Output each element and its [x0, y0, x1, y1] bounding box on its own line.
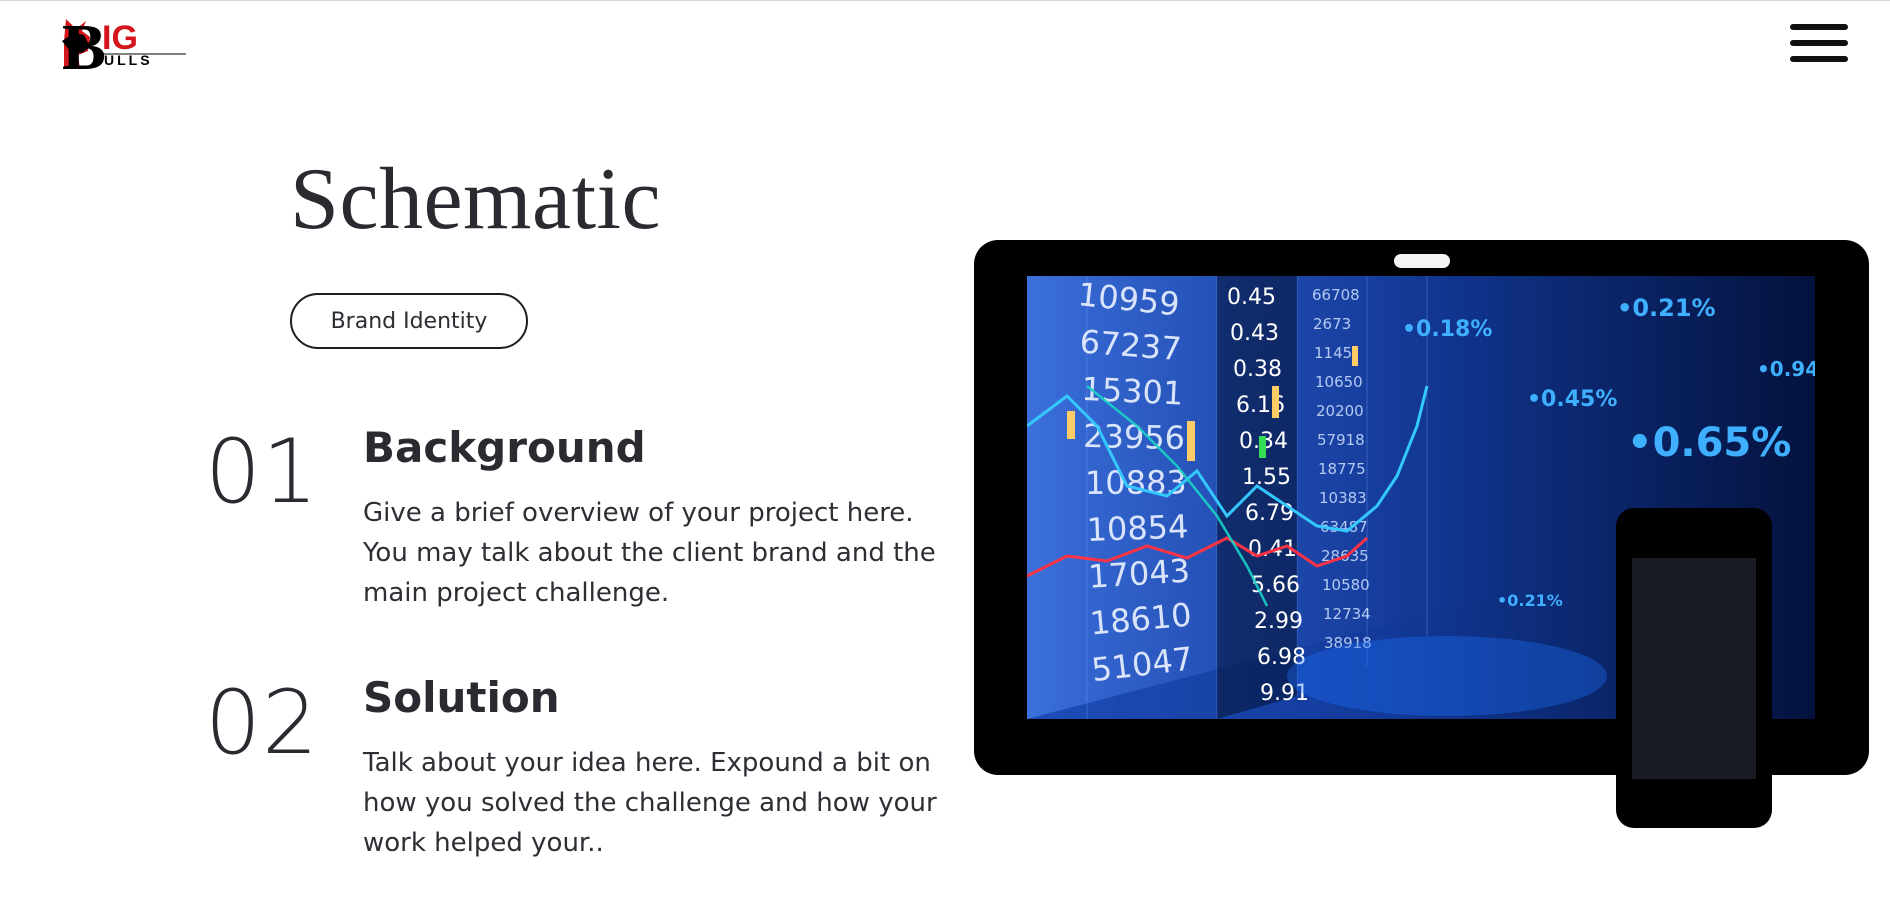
top-border	[0, 0, 1890, 1]
tablet-camera	[1394, 254, 1450, 268]
menu-line-bottom	[1790, 56, 1848, 62]
percentage-label: •0.65%	[1627, 420, 1791, 466]
ticker-column-value: 10383	[1319, 489, 1367, 507]
percentage-label: •0.94	[1757, 357, 1815, 381]
section-number-01: 01	[205, 420, 319, 523]
ticker-column-value: 66708	[1312, 286, 1360, 304]
svg-text:B: B	[62, 11, 106, 73]
percentage-label: •0.18%	[1402, 317, 1492, 342]
ticker-column-value: 12734	[1323, 605, 1371, 623]
ticker-column-value: 20200	[1316, 402, 1364, 420]
section-heading-background: Background	[363, 423, 646, 472]
ticker-column-value: 2673	[1313, 315, 1351, 333]
ticker-number: 15301	[1081, 370, 1185, 413]
page-title: Schematic	[290, 151, 662, 248]
ticker-small-value: 5.66	[1251, 573, 1300, 598]
ticker-number: 10883	[1085, 463, 1187, 502]
phone-mockup	[1616, 508, 1772, 828]
menu-line-top	[1790, 24, 1848, 30]
ticker-small-value: 0.38	[1233, 357, 1282, 382]
ticker-small-value: 2.99	[1254, 609, 1303, 634]
section-body-solution: Talk about your idea here. Expound a bit…	[363, 748, 937, 858]
ticker-small-value: 0.43	[1230, 321, 1279, 346]
ticker-small-value: 0.45	[1227, 285, 1276, 310]
ticker-column-value: 57918	[1317, 431, 1365, 449]
percentage-label: •0.45%	[1527, 387, 1617, 412]
ticker-small-value: 1.55	[1242, 465, 1291, 490]
section-heading-solution: Solution	[363, 673, 560, 722]
section-body-background: Give a brief overview of your project he…	[363, 498, 936, 608]
ticker-column-value: 10580	[1322, 576, 1370, 594]
menu-line-middle	[1790, 40, 1848, 46]
ticker-column-value: 1145	[1314, 344, 1352, 362]
ticker-column-value: 18775	[1318, 460, 1366, 478]
brand-identity-tag-button[interactable]: Brand Identity	[290, 293, 528, 349]
section-number-02: 02	[205, 671, 319, 774]
phone-screen	[1632, 558, 1756, 779]
big-bulls-logo[interactable]: B IG ULLS	[60, 11, 190, 73]
percentage-label: •0.21%	[1617, 294, 1716, 322]
hamburger-menu-icon[interactable]	[1790, 24, 1848, 64]
ticker-number: 67237	[1078, 322, 1182, 368]
ticker-number: 17043	[1087, 552, 1191, 596]
ticker-number: 10854	[1086, 507, 1189, 549]
ticker-column-value: 10650	[1315, 373, 1363, 391]
percentage-label: •0.21%	[1497, 591, 1563, 610]
